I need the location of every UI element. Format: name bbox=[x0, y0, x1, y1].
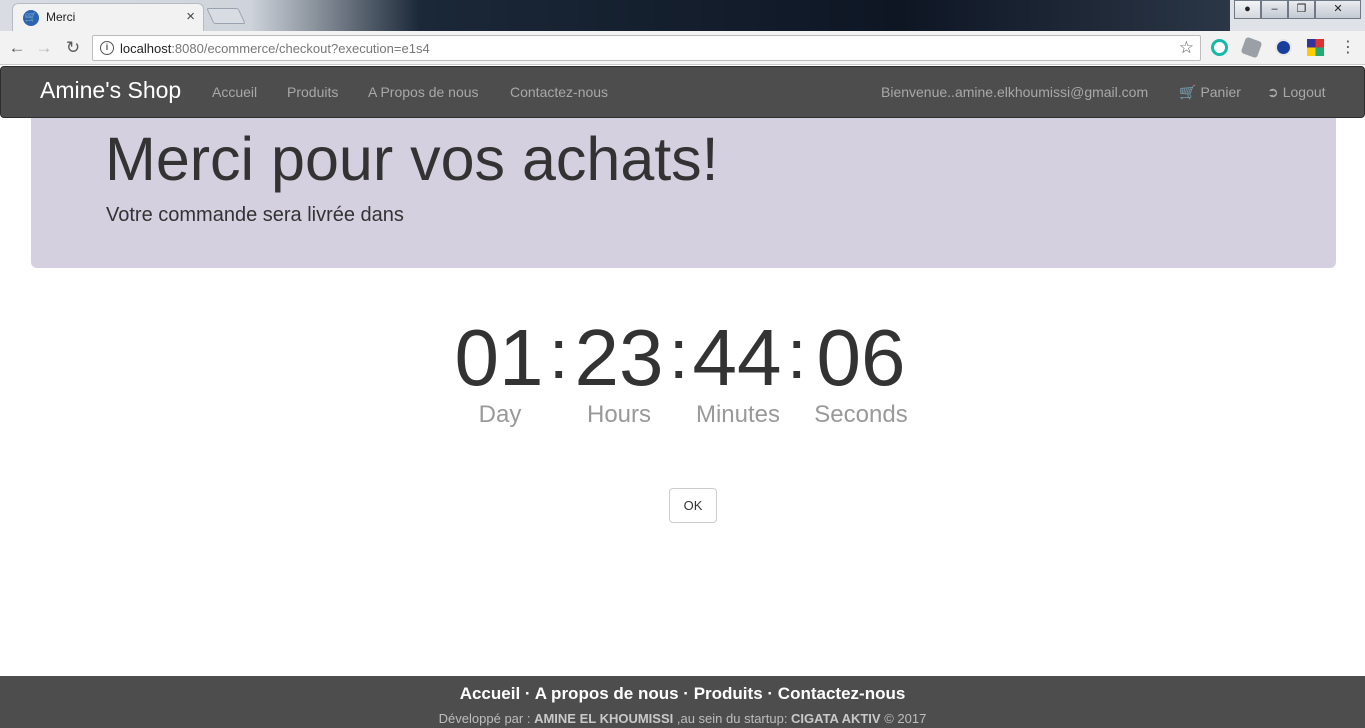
footer-link-apropos[interactable]: A propos de nous bbox=[535, 684, 679, 703]
credit-author: AMINE EL KHOUMISSI bbox=[534, 711, 674, 726]
footer-link-produits[interactable]: Produits bbox=[694, 684, 763, 703]
cart-link[interactable]: 🛒 Panier bbox=[1179, 84, 1241, 101]
address-bar[interactable]: i localhost:8080/ecommerce/checkout?exec… bbox=[92, 35, 1201, 61]
logout-link[interactable]: ➲ Logout bbox=[1267, 84, 1326, 101]
kebab-menu-icon[interactable]: ⋮ bbox=[1340, 38, 1356, 58]
countdown-separator: : bbox=[787, 315, 807, 393]
page-title: Merci pour vos achats! bbox=[105, 125, 719, 193]
logout-label: Logout bbox=[1282, 84, 1326, 100]
globe-extension-icon[interactable] bbox=[1275, 39, 1292, 56]
credit-startup: CIGATA AKTIV bbox=[791, 711, 881, 726]
browser-toolbar: ← → ↻ i localhost:8080/ecommerce/checkou… bbox=[0, 31, 1365, 65]
countdown-seconds-label: Seconds bbox=[814, 401, 908, 428]
new-tab-button[interactable] bbox=[206, 8, 246, 24]
footer-separator: · bbox=[524, 684, 531, 703]
thank-you-banner: Merci pour vos achats! Votre commande se… bbox=[31, 118, 1336, 268]
footer-separator: · bbox=[767, 684, 774, 703]
nav-link-apropos[interactable]: A Propos de nous bbox=[368, 84, 479, 100]
url-text[interactable]: localhost:8080/ecommerce/checkout?execut… bbox=[120, 41, 430, 56]
countdown-seconds-value: 06 bbox=[816, 313, 906, 402]
site-footer: Accueil · A propos de nous · Produits · … bbox=[0, 676, 1365, 728]
back-arrow-icon[interactable]: ← bbox=[6, 37, 28, 59]
shopping-cart-icon: 🛒 bbox=[1179, 84, 1197, 100]
grammarly-extension-icon[interactable] bbox=[1211, 39, 1228, 56]
info-icon[interactable]: i bbox=[100, 41, 114, 55]
nav-link-contact[interactable]: Contactez-nous bbox=[510, 84, 608, 100]
nav-link-produits[interactable]: Produits bbox=[287, 84, 338, 100]
credit-prefix: Développé par : bbox=[438, 711, 535, 726]
site-navbar: Amine's Shop Accueil Produits A Propos d… bbox=[0, 66, 1365, 118]
brand-link[interactable]: Amine's Shop bbox=[40, 77, 181, 104]
tab-title: Merci bbox=[46, 10, 76, 24]
countdown-minutes-value: 44 bbox=[692, 313, 782, 402]
minimize-button[interactable]: – bbox=[1261, 0, 1288, 19]
url-host: localhost bbox=[120, 41, 172, 56]
color-grid-extension-icon[interactable] bbox=[1307, 39, 1324, 56]
logout-icon: ➲ bbox=[1267, 84, 1279, 100]
url-path: :8080/ecommerce/checkout?execution=e1s4 bbox=[171, 41, 430, 56]
restore-button[interactable]: ❐ bbox=[1288, 0, 1315, 19]
reload-icon[interactable]: ↻ bbox=[62, 37, 84, 59]
footer-separator: · bbox=[683, 684, 689, 703]
credit-suffix: © 2017 bbox=[880, 711, 927, 726]
user-welcome-link[interactable]: Bienvenue..amine.elkhoumissi@gmail.com bbox=[881, 84, 1148, 100]
cube-extension-icon[interactable] bbox=[1240, 36, 1263, 59]
cart-favicon-icon: 🛒 bbox=[23, 10, 39, 26]
delivery-countdown: 01 : 23 : 44 : 06 Day Hours Minutes Seco… bbox=[0, 310, 1365, 440]
user-profile-icon[interactable]: ● bbox=[1234, 0, 1261, 19]
cart-label: Panier bbox=[1200, 84, 1241, 100]
bookmark-star-icon[interactable]: ☆ bbox=[1179, 38, 1194, 58]
window-close-button[interactable]: ✕ bbox=[1315, 0, 1361, 19]
countdown-day-value: 01 bbox=[454, 313, 544, 402]
browser-tab[interactable]: 🛒 Merci × bbox=[12, 3, 204, 31]
countdown-minutes-label: Minutes bbox=[695, 401, 781, 428]
footer-links: Accueil · A propos de nous · Produits · … bbox=[0, 684, 1365, 704]
nav-link-accueil[interactable]: Accueil bbox=[212, 84, 257, 100]
countdown-hours-value: 23 bbox=[574, 313, 664, 402]
window-controls: ● – ❐ ✕ bbox=[1234, 0, 1361, 19]
tab-close-icon[interactable]: × bbox=[186, 8, 195, 25]
browser-titlebar: 🛒 Merci × ● – ❐ ✕ bbox=[0, 0, 1365, 31]
forward-arrow-icon[interactable]: → bbox=[33, 37, 55, 59]
ok-button[interactable]: OK bbox=[669, 488, 717, 523]
footer-link-accueil[interactable]: Accueil bbox=[460, 684, 520, 703]
footer-link-contact[interactable]: Contactez-nous bbox=[778, 684, 906, 703]
countdown-separator: : bbox=[549, 315, 569, 393]
credit-middle: ,au sein du startup: bbox=[673, 711, 792, 726]
footer-credit: Développé par : AMINE EL KHOUMISSI ,au s… bbox=[0, 711, 1365, 726]
countdown-separator: : bbox=[669, 315, 689, 393]
delivery-subtitle: Votre commande sera livrée dans bbox=[106, 204, 404, 226]
